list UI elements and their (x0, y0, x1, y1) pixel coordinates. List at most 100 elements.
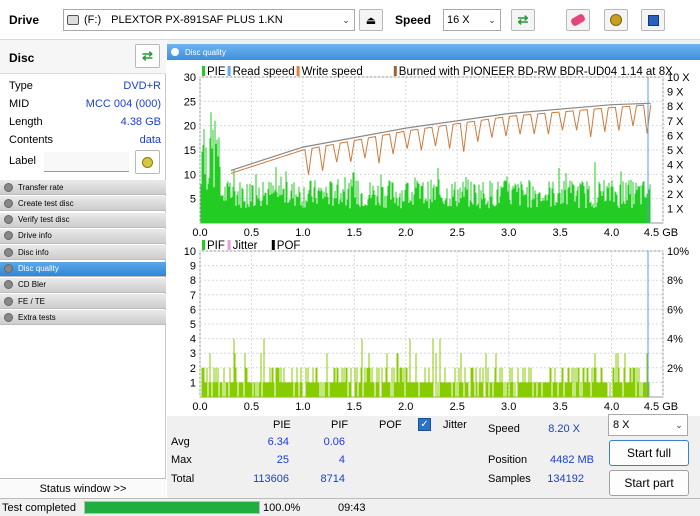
y-left-tick-label: 2 (190, 363, 196, 375)
status-window-button[interactable]: Status window >> (0, 478, 166, 498)
x-tick-label: 0.5 (244, 227, 259, 239)
legend-label: PIE (207, 66, 226, 78)
y-right-tick-label: 4 X (667, 160, 684, 172)
x-tick-label: 4.5 GB (644, 401, 678, 413)
y-right-tick-label: 9 X (667, 87, 684, 99)
nav-item-label: Verify test disc (18, 215, 70, 225)
options-button[interactable] (604, 9, 628, 31)
legend-label: Read speed (233, 66, 295, 78)
y-left-tick-label: 3 (190, 348, 196, 360)
chevron-down-icon: ⌄ (675, 419, 683, 430)
y-left-tick-label: 8 (190, 275, 196, 287)
y-right-tick-label: 8% (667, 275, 683, 287)
position-label: Position (488, 454, 528, 466)
nav-item-disc-info[interactable]: Disc info (0, 245, 166, 261)
legend-label: Write speed (302, 66, 363, 78)
options-icon (610, 14, 622, 26)
nav-item-fe-te[interactable]: FE / TE (0, 294, 166, 310)
y-right-tick-label: 10% (667, 246, 689, 258)
nav-item-label: FE / TE (18, 296, 45, 306)
status-bar: Test completed 100.0% 09:43 (0, 498, 700, 516)
nav-item-cd-bler[interactable]: CD Bler (0, 277, 166, 293)
x-tick-label: 2.0 (398, 227, 413, 239)
disc-label-button[interactable] (135, 150, 160, 174)
x-tick-label: 1.5 (347, 401, 362, 413)
stats-header-pof: POF (379, 419, 402, 431)
y-left-tick-label: 5 (190, 319, 196, 331)
stats-total-pif: 8714 (320, 473, 345, 485)
progress-percent: 100.0% (263, 502, 301, 514)
y-left-tick-label: 5 (190, 194, 196, 206)
nav-item-icon (4, 247, 13, 257)
y-right-tick-label: 2% (667, 363, 683, 375)
nav-item-create-test-disc[interactable]: Create test disc (0, 196, 166, 212)
speed-select[interactable]: 16 X ⌄ (443, 9, 501, 31)
nav-item-icon (4, 182, 13, 192)
legend-label: Burned with PIONEER BD-RW BDR-UD04 1.14 … (399, 66, 673, 78)
nav-item-icon (4, 296, 13, 306)
drive-label: Drive (9, 13, 40, 27)
x-tick-label: 3.5 (552, 401, 567, 413)
samples-label: Samples (488, 473, 531, 485)
y-right-tick-label: 3 X (667, 174, 684, 186)
position-value: 4482 MB (549, 454, 594, 466)
nav-item-verify-test-disc[interactable]: Verify test disc (0, 212, 166, 228)
y-right-tick-label: 6 X (667, 130, 684, 142)
stats-avg-label: Avg (171, 436, 190, 448)
legend-swatch (296, 66, 300, 76)
x-tick-label: 2.5 (450, 227, 465, 239)
disc-quality-icon (171, 48, 179, 56)
legend-swatch (227, 66, 231, 76)
drive-select[interactable]: (F:) PLEXTOR PX-891SAF PLUS 1.KN ⌄ (63, 9, 355, 31)
toolbar: Drive (F:) PLEXTOR PX-891SAF PLUS 1.KN ⌄… (0, 0, 700, 40)
disc-refresh-button[interactable]: ⇄ (135, 44, 160, 68)
save-button[interactable] (641, 9, 665, 31)
legend-swatch (202, 240, 205, 250)
x-tick-label: 1.5 (347, 227, 362, 239)
floppy-icon (647, 14, 659, 26)
refresh-speed-button[interactable]: ⇄ (511, 9, 535, 31)
nav-item-drive-info[interactable]: Drive info (0, 228, 166, 244)
x-tick-label: 0.0 (192, 401, 207, 413)
disc-title: Disc (9, 51, 35, 65)
stats-max-pif: 4 (338, 454, 345, 466)
nav-item-icon (4, 231, 13, 241)
jitter-checkbox[interactable]: ✓ (418, 418, 431, 431)
stats-header-pif: PIF (331, 419, 349, 431)
y-left-tick-label: 30 (184, 72, 196, 84)
disc-contents-value: data (139, 134, 161, 146)
disc-type-key: Type (9, 80, 33, 92)
y-right-tick-label: 6% (667, 304, 683, 316)
x-tick-label: 2.5 (450, 401, 465, 413)
eraser-icon (569, 13, 587, 27)
nav-item-disc-quality[interactable]: Disc quality (0, 261, 166, 277)
y-left-tick-label: 20 (184, 121, 196, 133)
stats-total-label: Total (171, 473, 195, 485)
nav-item-icon (4, 264, 13, 273)
legend-label: PIF (207, 240, 225, 252)
stats-total-pie: 113606 (253, 473, 289, 485)
speed-label: Speed (395, 13, 432, 27)
disc-type-value: DVD+R (123, 80, 161, 92)
refresh-icon: ⇄ (517, 12, 529, 27)
eject-button[interactable]: ⏏ (359, 9, 383, 31)
start-full-button[interactable]: Start full (609, 440, 689, 466)
speed-stat-value: 8.20 X (548, 423, 580, 435)
start-part-button[interactable]: Start part (609, 470, 689, 496)
nav-item-extra-tests[interactable]: Extra tests (0, 310, 166, 326)
nav-item-icon (4, 215, 13, 225)
disc-label-input[interactable] (44, 152, 129, 172)
stats-max-label: Max (171, 454, 192, 466)
nav-item-label: CD Bler (18, 280, 47, 290)
nav-item-label: Extra tests (18, 312, 56, 322)
disc-quality-panel: Disc quality 0.0 0.5 1.0 1.5 2.0 2.5 3.0 3.5 4.0… (167, 40, 700, 498)
elapsed-time: 09:43 (338, 502, 366, 514)
panel-title: Disc quality (185, 47, 226, 57)
nav-item-transfer-rate[interactable]: Transfer rate (0, 180, 166, 195)
chevron-down-icon: ⌄ (488, 14, 496, 25)
test-speed-select[interactable]: 8 X ⌄ (608, 414, 688, 436)
erase-button[interactable] (566, 9, 590, 31)
samples-value: 134192 (547, 473, 584, 485)
disc-length-value: 4.38 GB (120, 116, 161, 128)
legend-label: Jitter (233, 240, 258, 252)
